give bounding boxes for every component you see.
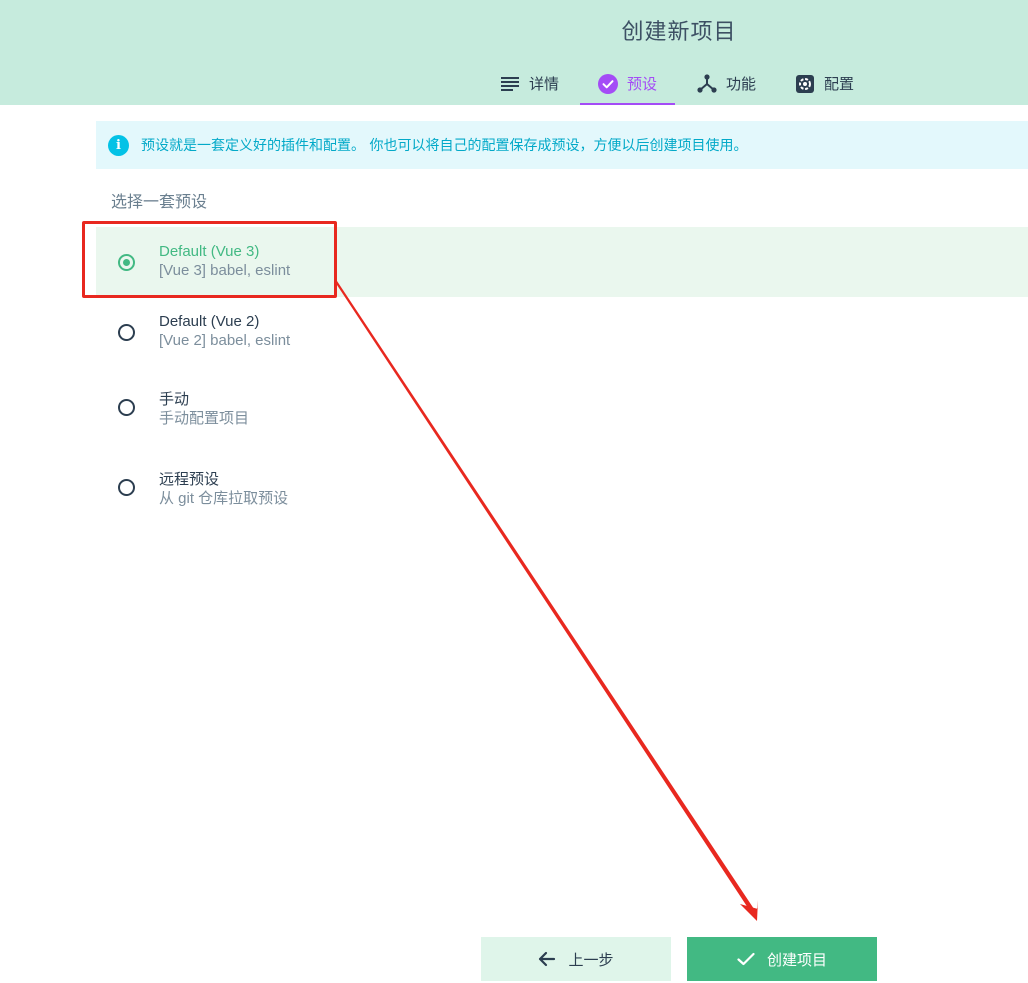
tab-details[interactable]: 详情 (500, 62, 559, 105)
preset-name: Default (Vue 2) (159, 313, 260, 330)
tab-presets[interactable]: 预设 (579, 62, 676, 105)
preset-option-vue2[interactable]: Default (Vue 2) [Vue 2] babel, eslint (96, 297, 1028, 367)
info-icon: i (108, 134, 129, 156)
radio-button[interactable] (118, 399, 135, 416)
preset-name: 远程预设 (159, 471, 220, 488)
create-project-button[interactable]: 创建项目 (687, 937, 877, 981)
fork-icon (697, 73, 717, 94)
tab-features[interactable]: 功能 (697, 62, 756, 105)
gear-icon (795, 74, 815, 94)
check-icon (737, 952, 755, 966)
info-banner: i 预设就是一套定义好的插件和配置。 你也可以将自己的配置保存成预设，方便以后创… (96, 121, 1028, 169)
preset-description: 手动配置项目 (159, 410, 250, 427)
info-text: 预设就是一套定义好的插件和配置。 你也可以将自己的配置保存成预设，方便以后创建项… (141, 138, 748, 154)
step-tabs: 详情 预设 功能 配置 (0, 62, 1028, 105)
app-header: 创建新项目 详情 预设 功能 配置 (0, 0, 1028, 105)
preset-description: 从 git 仓库拉取预设 (159, 490, 289, 507)
radio-button[interactable] (118, 324, 135, 341)
tab-label: 预设 (627, 75, 658, 93)
preset-description: [Vue 3] babel, eslint (159, 262, 291, 279)
radio-button[interactable] (118, 479, 135, 496)
tab-label: 详情 (529, 75, 560, 93)
tab-label: 功能 (726, 75, 757, 93)
tab-config[interactable]: 配置 (795, 62, 854, 105)
list-icon (500, 74, 520, 94)
previous-button[interactable]: 上一步 (481, 937, 671, 981)
create-project-button-label: 创建项目 (766, 950, 827, 969)
preset-name: 手动 (159, 391, 190, 408)
page-title: 创建新项目 (621, 20, 737, 45)
preset-description: [Vue 2] babel, eslint (159, 332, 291, 349)
preset-option-manual[interactable]: 手动 手动配置项目 (96, 372, 1028, 442)
tab-label: 配置 (824, 75, 855, 93)
preset-name: Default (Vue 3) (159, 243, 260, 260)
previous-button-label: 上一步 (568, 950, 614, 969)
preset-option-vue3[interactable]: Default (Vue 3) [Vue 3] babel, eslint (96, 227, 1028, 297)
check-circle-icon (598, 73, 618, 94)
arrow-left-icon (538, 951, 556, 967)
radio-button[interactable] (118, 254, 135, 271)
preset-option-remote[interactable]: 远程预设 从 git 仓库拉取预设 (96, 452, 1028, 522)
section-title: 选择一套预设 (111, 192, 208, 211)
